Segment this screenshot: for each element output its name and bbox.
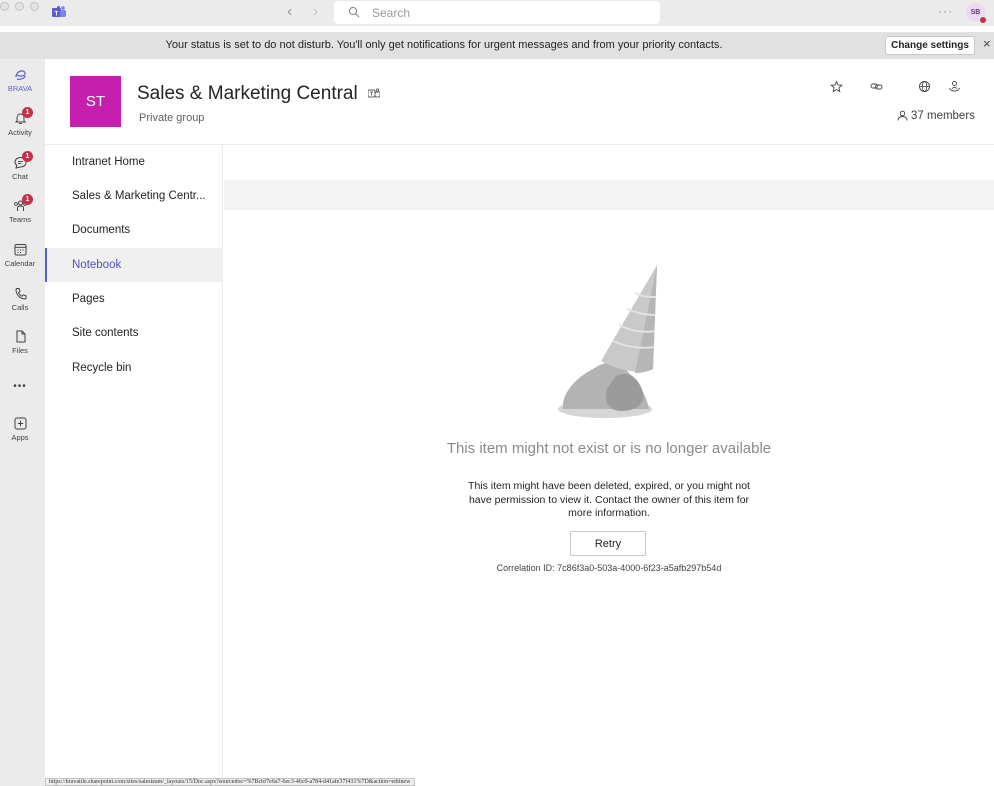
nav-item-intranet-home[interactable]: Intranet Home bbox=[45, 145, 223, 179]
rail-label: Files bbox=[12, 346, 28, 355]
rail-label: Activity bbox=[8, 128, 32, 137]
nav-item-documents[interactable]: Documents bbox=[45, 213, 223, 247]
rail-item-more[interactable]: ••• bbox=[0, 379, 40, 392]
rail-item-files[interactable]: Files bbox=[0, 329, 40, 355]
correlation-id: Correlation ID: 7c86f3a0-503a-4000-6f23-… bbox=[496, 563, 722, 573]
status-bar-url: https://bravatile.sharepoint.com/sites/s… bbox=[45, 778, 415, 786]
window-close-button[interactable] bbox=[0, 2, 9, 11]
rail-item-calls[interactable]: Calls bbox=[0, 286, 40, 312]
teams-badge: 1 bbox=[22, 194, 33, 205]
rail-item-calendar[interactable]: Calendar bbox=[0, 242, 40, 268]
error-description: This item might have been deleted, expir… bbox=[468, 480, 750, 519]
activity-badge: 1 bbox=[22, 107, 33, 118]
rail-item-brava[interactable]: BRAVA bbox=[0, 67, 40, 93]
rail-item-activity[interactable]: 1 Activity bbox=[0, 107, 40, 137]
status-banner: Your status is set to do not disturb. Yo… bbox=[0, 32, 994, 59]
rail-item-apps[interactable]: Apps bbox=[0, 416, 40, 442]
rail-label: Teams bbox=[8, 215, 32, 224]
members-count: 37 members bbox=[911, 110, 975, 122]
error-title: This item might not exist or is no longe… bbox=[446, 440, 772, 457]
rail-item-teams[interactable]: 1 Teams bbox=[0, 194, 40, 224]
window-zoom-button[interactable] bbox=[30, 2, 39, 11]
person-icon bbox=[897, 110, 908, 121]
nav-item-notebook[interactable]: Notebook bbox=[45, 248, 223, 282]
banner-message: Your status is set to do not disturb. Yo… bbox=[165, 39, 723, 51]
back-button[interactable]: ‹ bbox=[287, 3, 292, 21]
star-icon[interactable] bbox=[830, 80, 843, 93]
forward-button[interactable]: › bbox=[313, 3, 318, 21]
site-logo: ST bbox=[70, 76, 121, 127]
calendar-icon bbox=[14, 244, 26, 256]
file-icon bbox=[16, 330, 25, 343]
change-settings-button[interactable]: Change settings bbox=[885, 36, 975, 55]
apps-icon bbox=[14, 417, 26, 430]
title-bar: T ‹ › Search ··· SB bbox=[0, 0, 994, 26]
members-button[interactable]: 37 members bbox=[897, 110, 975, 122]
banner-close-icon[interactable]: × bbox=[983, 36, 991, 51]
brava-icon bbox=[14, 70, 26, 80]
retry-button[interactable]: Retry bbox=[570, 531, 646, 556]
teams-logo-icon: T bbox=[52, 6, 66, 18]
command-bar bbox=[224, 180, 994, 210]
nav-item-recycle-bin[interactable]: Recycle bin bbox=[45, 351, 223, 385]
main-area: ST Sales & Marketing Central Private gro… bbox=[45, 59, 994, 786]
user-avatar[interactable]: SB bbox=[966, 3, 987, 24]
rail-label: Chat bbox=[12, 172, 28, 181]
link-icon[interactable] bbox=[870, 80, 883, 93]
phone-icon bbox=[14, 288, 26, 300]
site-header: ST Sales & Marketing Central Private gro… bbox=[45, 59, 994, 145]
rail-label: Calls bbox=[11, 303, 29, 312]
app-rail: BRAVA 1 Activity 1 Chat 1 Teams Calendar… bbox=[0, 59, 45, 786]
teams-connected-icon bbox=[368, 88, 380, 98]
rail-label: Calendar bbox=[4, 259, 36, 268]
site-title-text: Sales & Marketing Central bbox=[137, 83, 358, 104]
svg-text:T: T bbox=[55, 12, 59, 18]
rail-label: Apps bbox=[11, 433, 29, 442]
do-not-disturb-status-icon bbox=[979, 16, 987, 24]
nav-item-site-contents[interactable]: Site contents bbox=[45, 316, 223, 350]
globe-icon[interactable] bbox=[918, 80, 931, 93]
rail-label: BRAVA bbox=[7, 84, 33, 93]
avatar-initials: SB bbox=[970, 9, 981, 16]
site-navigation: Intranet Home Sales & Marketing Centr...… bbox=[45, 145, 223, 786]
more-options-button[interactable]: ··· bbox=[938, 4, 953, 18]
nav-item-pages[interactable]: Pages bbox=[45, 282, 223, 316]
rail-item-chat[interactable]: 1 Chat bbox=[0, 151, 40, 181]
nav-item-sales-marketing-central[interactable]: Sales & Marketing Centr... bbox=[45, 179, 223, 213]
more-icon: ••• bbox=[13, 381, 27, 392]
melted-ice-cream-icon bbox=[558, 265, 657, 418]
search-icon bbox=[348, 6, 360, 18]
site-subtitle: Private group bbox=[139, 112, 205, 124]
site-title: Sales & Marketing Central bbox=[137, 83, 380, 105]
chat-badge: 1 bbox=[22, 151, 33, 162]
content-pane: This item might not exist or is no longe… bbox=[224, 145, 994, 786]
follow-icon[interactable] bbox=[948, 80, 961, 93]
search-placeholder: Search bbox=[372, 6, 411, 20]
search-input[interactable]: Search bbox=[334, 1, 660, 24]
window-minimize-button[interactable] bbox=[15, 2, 24, 11]
